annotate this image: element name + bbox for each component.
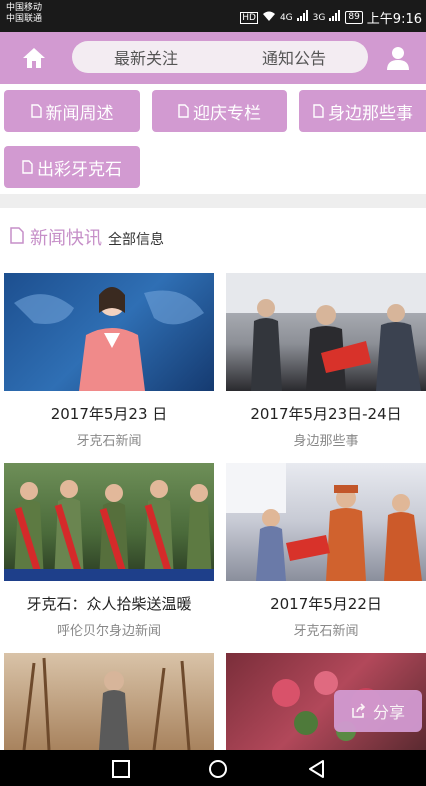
status-icons: HD 4G 3G 89 上午9:16 — [240, 8, 422, 27]
share-button[interactable]: 分享 — [334, 690, 422, 732]
document-icon — [30, 104, 42, 118]
category-news-weekly[interactable]: 新闻周述 — [4, 90, 140, 132]
share-label: 分享 — [372, 703, 405, 722]
news-source: 牙克石新闻 — [76, 434, 142, 449]
document-icon — [22, 160, 33, 174]
category-label: 身边那些事 — [328, 103, 413, 124]
news-thumbnail — [226, 463, 426, 581]
tab-notices[interactable]: 通知公告 — [220, 41, 368, 73]
battery-indicator: 89 — [345, 11, 363, 24]
section-title: 新闻快讯 — [30, 228, 102, 249]
system-nav-bar — [0, 750, 426, 786]
home-button[interactable] — [20, 44, 48, 72]
category-yakeshi[interactable]: 出彩牙克石 — [4, 146, 140, 188]
news-thumbnail — [4, 463, 214, 581]
news-source: 呼伦贝尔身边新闻 — [56, 624, 161, 639]
news-thumbnail — [4, 273, 214, 391]
category-celebration[interactable]: 迎庆专栏 — [152, 90, 287, 132]
news-thumbnail — [4, 653, 214, 750]
news-title: 2017年5月23日-24日 — [250, 405, 402, 423]
all-info-link[interactable]: 全部信息 — [108, 229, 164, 249]
signal-4g-label: 4G — [279, 12, 293, 23]
news-source: 身边那些事 — [293, 434, 359, 449]
divider — [0, 194, 426, 208]
news-title: 2017年5月23 日 — [50, 405, 168, 423]
news-card[interactable]: 牙克石：众人拾柴送温暖 呼伦贝尔身边新闻 — [4, 463, 214, 639]
category-label: 出彩牙克石 — [37, 159, 122, 180]
category-label: 新闻周述 — [45, 103, 114, 124]
back-icon[interactable] — [306, 758, 328, 780]
share-icon — [352, 703, 366, 718]
category-around-us[interactable]: 身边那些事 — [299, 90, 426, 132]
news-card[interactable]: 2017年5月23 日 牙克石新闻 — [4, 273, 214, 449]
user-button[interactable] — [384, 44, 412, 72]
category-buttons: 新闻周述 迎庆专栏 身边那些事 出彩牙克石 — [0, 84, 426, 194]
hd-icon: HD — [240, 11, 258, 24]
app-header: 最新关注 通知公告 — [0, 32, 426, 84]
carrier-2: 中国联通 — [6, 14, 43, 24]
news-thumbnail — [226, 273, 426, 391]
signal-icon-1 — [296, 10, 309, 25]
home-circle-icon[interactable] — [207, 758, 229, 780]
document-icon — [178, 104, 189, 118]
news-title: 2017年5月22日 — [270, 595, 382, 613]
carrier-info: 中国移动 中国联通 — [6, 3, 42, 25]
section-header: 新闻快讯 全部信息 — [10, 224, 164, 250]
signal-3g-label: 3G — [312, 12, 326, 23]
news-card[interactable]: 2017年5月22日 牙克石新闻 — [226, 463, 426, 639]
category-label: 迎庆专栏 — [193, 103, 261, 124]
carrier-1: 中国移动 — [6, 3, 43, 13]
recent-apps-icon[interactable] — [110, 758, 132, 780]
user-icon — [387, 47, 409, 70]
time: 上午9:16 — [366, 12, 422, 27]
news-card[interactable] — [4, 653, 214, 750]
document-icon — [313, 104, 324, 118]
home-icon — [23, 48, 45, 68]
signal-icon-2 — [329, 10, 341, 25]
wifi-icon — [262, 10, 276, 26]
news-title: 牙克石：众人拾柴送温暖 — [26, 595, 192, 613]
news-source: 牙克石新闻 — [293, 624, 359, 639]
tab-latest[interactable]: 最新关注 — [72, 41, 220, 73]
document-icon — [10, 227, 24, 244]
status-bar: 中国移动 中国联通 HD 4G 3G 89 上午9:16 — [0, 0, 426, 32]
news-card[interactable]: 2017年5月23日-24日 身边那些事 — [226, 273, 426, 449]
top-tabs: 最新关注 通知公告 — [72, 41, 368, 73]
